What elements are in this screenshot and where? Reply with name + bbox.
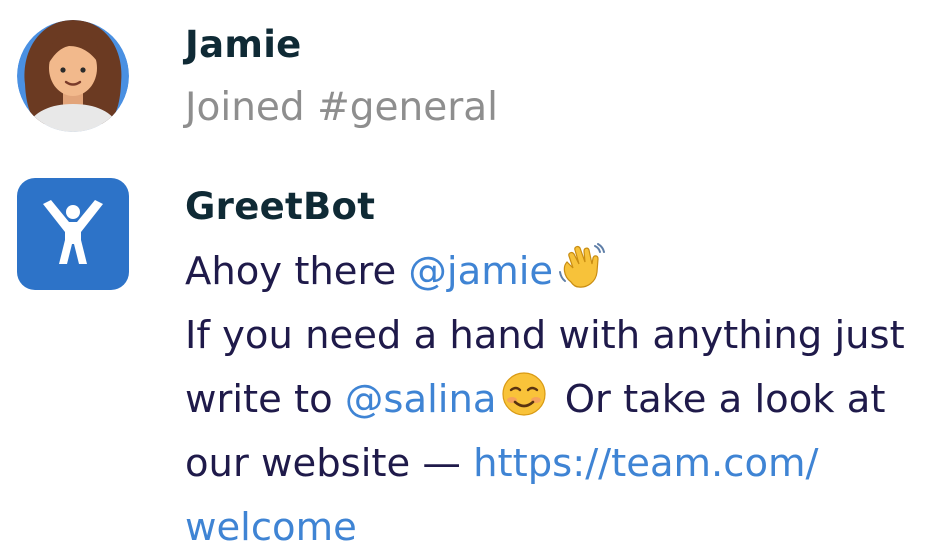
message-text: Ahoy there xyxy=(185,249,409,294)
website-link[interactable]: https://team.com/ xyxy=(473,441,818,486)
message-line: If you need a hand with anything just xyxy=(185,313,905,358)
message-line: our website — https://team.com/ xyxy=(185,432,927,496)
system-event-text: Joined #general xyxy=(185,85,498,130)
message-text: our website — xyxy=(185,441,474,486)
message-text: write to xyxy=(185,377,345,422)
message-body: Ahoy there @jamie If you need a hand wit… xyxy=(185,240,927,560)
message-text: Or take a look at xyxy=(552,377,886,422)
smiling-face-emoji xyxy=(502,372,547,416)
avatar[interactable] xyxy=(17,14,129,138)
message-line: write to @salina Or take a look at xyxy=(185,368,927,432)
woman-avatar-icon xyxy=(17,20,129,132)
mention-salina[interactable]: @salina xyxy=(345,377,497,422)
website-link-continued[interactable]: welcome xyxy=(185,505,357,550)
message-line: Ahoy there @jamie xyxy=(185,240,927,304)
avatar[interactable] xyxy=(17,178,129,290)
greetbot-logo-icon xyxy=(17,178,129,290)
waving-hand-emoji xyxy=(559,243,606,288)
message-line: welcome xyxy=(185,496,927,560)
author-name[interactable]: Jamie xyxy=(185,23,302,67)
author-name[interactable]: GreetBot xyxy=(185,185,375,229)
mention-jamie[interactable]: @jamie xyxy=(408,249,553,294)
